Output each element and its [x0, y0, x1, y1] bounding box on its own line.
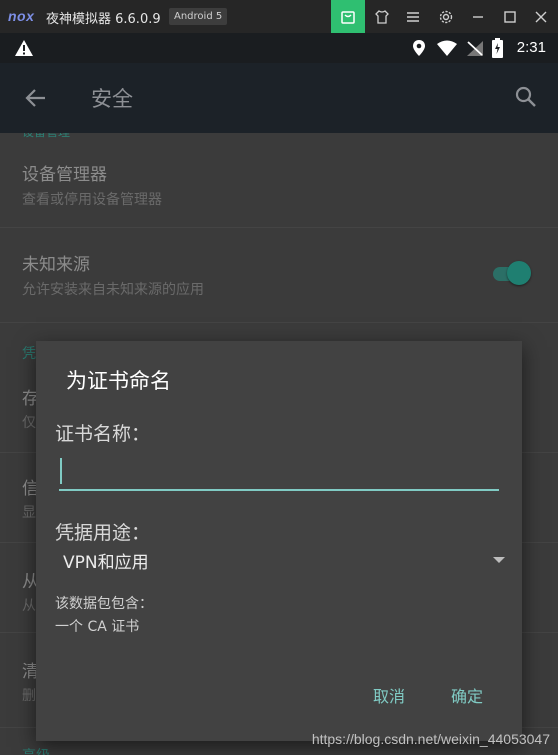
certificate-name-input[interactable] [59, 453, 499, 491]
emulator-title: 夜神模拟器 6.6.0.9 [46, 12, 161, 27]
ok-button[interactable]: 确定 [443, 675, 491, 715]
settings-button[interactable] [429, 0, 463, 33]
settings-icon [439, 10, 453, 23]
list-item-subtitle: 显 [22, 505, 36, 521]
list-item-subtitle: 仅 [22, 415, 36, 431]
wifi-icon [437, 40, 457, 56]
text-cursor [60, 458, 62, 484]
certificate-name-label: 证书名称： [55, 423, 151, 445]
package-contains-label: 该数据包包含： [55, 596, 153, 612]
section-header-advanced: 高级 [22, 745, 50, 755]
package-contains-value: 一个 CA 证书 [55, 619, 140, 635]
credential-use-select[interactable]: VPN和应用 [55, 541, 505, 581]
name-certificate-dialog: 为证书命名 证书名称： 凭据用途： VPN和应用 该数据包包含： 一个 CA 证… [36, 341, 522, 741]
menu-icon [407, 11, 419, 22]
nox-logo: nox [8, 8, 35, 24]
close-icon [535, 11, 547, 22]
minimize-button[interactable] [461, 0, 495, 33]
store-icon [341, 10, 355, 24]
credential-use-value: VPN和应用 [63, 553, 149, 573]
unknown-sources-toggle-thumb[interactable] [507, 261, 531, 285]
search-icon[interactable] [514, 85, 538, 109]
app-store-button[interactable] [331, 0, 365, 33]
battery-charging-icon [492, 38, 503, 58]
list-item-unknown-sources[interactable]: 未知来源 允许安装来自未知来源的应用 [0, 228, 558, 323]
list-item-subtitle: 删 [22, 688, 36, 704]
shirt-icon [375, 9, 389, 24]
cancel-button[interactable]: 取消 [365, 675, 413, 715]
status-time: 2:31 [516, 39, 546, 56]
close-button[interactable] [524, 0, 558, 33]
menu-button[interactable] [396, 0, 430, 33]
skin-button[interactable] [365, 0, 399, 33]
section-header-credentials: 凭 [22, 346, 36, 362]
back-arrow-icon[interactable] [25, 87, 47, 109]
list-item-device-admin[interactable]: 设备管理器 查看或停用设备管理器 [0, 133, 558, 228]
android-status-bar: 2:31 [0, 33, 558, 63]
warning-icon [15, 40, 33, 56]
dropdown-arrow-icon [493, 557, 505, 563]
list-item-subtitle: 从 [22, 598, 36, 614]
list-item-title: 设备管理器 [22, 165, 107, 185]
maximize-icon [504, 10, 516, 23]
emulator-title-bar: nox 夜神模拟器 6.6.0.9 Android 5 [0, 0, 558, 33]
no-signal-icon [467, 41, 483, 56]
dialog-title: 为证书命名 [66, 369, 171, 393]
watermark: https://blog.csdn.net/weixin_44053047 [311, 731, 550, 747]
android-version-badge: Android 5 [169, 8, 228, 25]
list-item-title: 未知来源 [22, 255, 90, 275]
maximize-button[interactable] [493, 0, 527, 33]
minimize-icon [473, 15, 483, 18]
page-title: 安全 [91, 87, 133, 111]
location-icon [413, 40, 425, 56]
list-item-subtitle: 允许安装来自未知来源的应用 [22, 282, 204, 298]
app-bar: 安全 [0, 63, 558, 133]
list-item-subtitle: 查看或停用设备管理器 [22, 192, 162, 208]
